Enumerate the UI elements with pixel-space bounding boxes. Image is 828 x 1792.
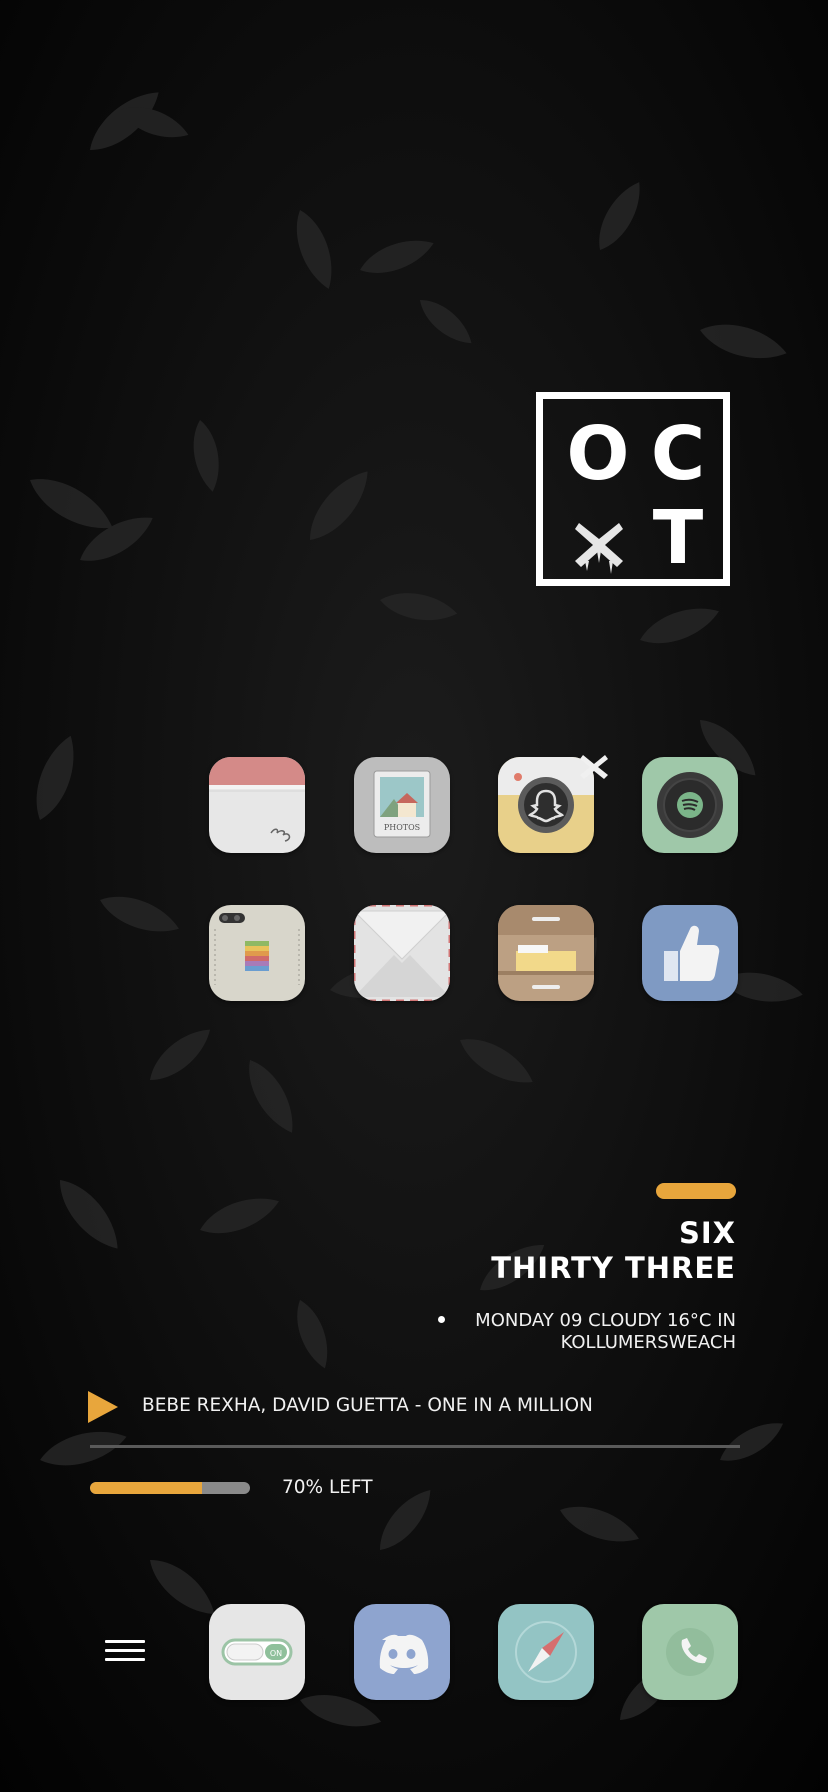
battery-label: 70% LEFT [282,1477,373,1498]
thumbs-up-icon [642,905,738,1001]
time-hour-text: SIX [678,1216,736,1250]
battery-fill [90,1482,202,1494]
month-letter-c: C [650,411,706,497]
time-minutes-text: THIRTY THREE [491,1251,736,1285]
music-progress-line [90,1445,740,1448]
safari-app-icon[interactable] [498,1604,594,1700]
apple-app-icon[interactable] [209,905,305,1001]
now-playing-track[interactable]: BEBE REXHA, DAVID GUETTA - ONE IN A MILL… [142,1394,593,1418]
mail-envelope-icon [354,905,450,1001]
file-cabinet-icon [498,905,594,1001]
apple-device-icon [209,905,305,1001]
menu-line [105,1658,145,1661]
mail-app-icon[interactable] [354,905,450,1001]
calendar-app-icon[interactable] [209,757,305,853]
facebook-app-icon[interactable] [642,905,738,1001]
leaf-wallpaper [0,0,828,1792]
spotify-app-icon[interactable] [642,757,738,853]
play-icon[interactable] [88,1391,118,1423]
phone-icon [642,1604,738,1700]
settings-app-icon[interactable]: ON [209,1604,305,1700]
bullet-dot [438,1316,445,1323]
spotify-icon [642,757,738,853]
discord-app-icon[interactable] [354,1604,450,1700]
menu-line [105,1640,145,1643]
photos-icon: PHOTOS [354,757,450,853]
discord-icon [354,1604,450,1700]
toggle-on-label: ON [270,1649,282,1658]
month-letter-t: T [652,495,704,581]
accent-bar [656,1183,736,1199]
month-widget: O C T [536,392,730,586]
x-mark-icon [575,523,623,574]
weather-line-2: KOLLUMERSWEACH [560,1332,736,1353]
toggle-switch-icon: ON [209,1604,305,1700]
battery-bar [90,1482,250,1494]
calendar-icon [209,757,305,853]
month-letter-o: O [566,411,630,497]
close-badge-icon[interactable] [578,750,610,782]
weather-line-1: MONDAY 09 CLOUDY 16°C IN [475,1310,736,1331]
photos-app-icon[interactable]: PHOTOS [354,757,450,853]
files-app-icon[interactable] [498,905,594,1001]
phone-app-icon[interactable] [642,1604,738,1700]
svg-text:PHOTOS: PHOTOS [384,823,420,832]
compass-icon [498,1604,594,1700]
hamburger-menu-icon[interactable] [105,1640,145,1664]
menu-line [105,1649,145,1652]
